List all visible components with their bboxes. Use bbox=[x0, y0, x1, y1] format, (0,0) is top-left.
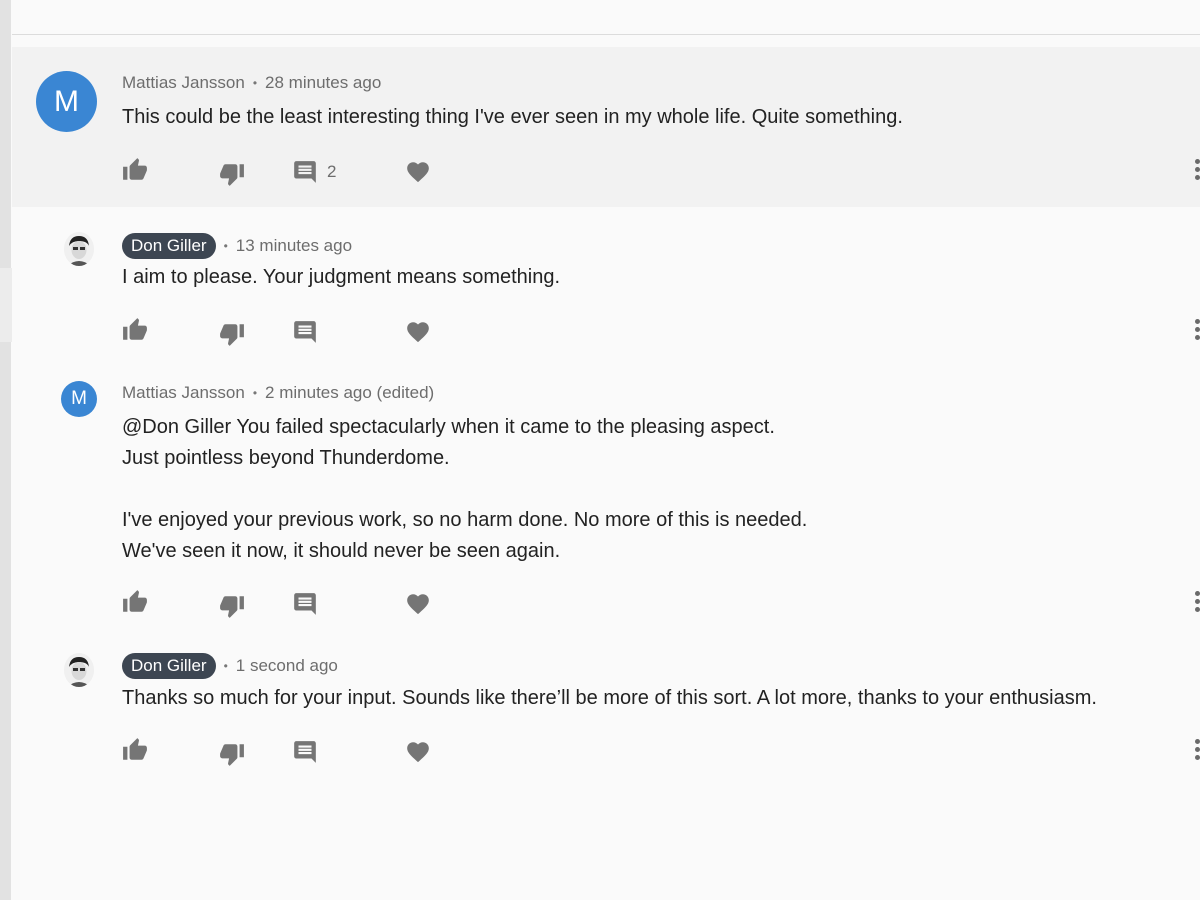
separator-dot: • bbox=[252, 76, 258, 90]
heart-icon bbox=[407, 322, 429, 343]
like-button[interactable] bbox=[122, 587, 148, 617]
comment-text: @Don Giller You failed spectacularly whe… bbox=[122, 416, 808, 562]
comment-timestamp[interactable]: 28 minutes ago bbox=[265, 73, 381, 93]
comment-timestamp[interactable]: 1 second ago bbox=[236, 656, 338, 676]
dislike-button[interactable] bbox=[219, 739, 245, 769]
reply-button[interactable] bbox=[292, 737, 318, 767]
author-name[interactable]: Mattias Jansson bbox=[122, 383, 245, 403]
more-options-button[interactable] bbox=[1190, 314, 1200, 344]
more-vertical-icon bbox=[1195, 738, 1200, 744]
heart-icon bbox=[407, 162, 429, 183]
left-panel-tab bbox=[0, 268, 12, 342]
avatar[interactable] bbox=[64, 232, 94, 266]
comment-text: Thanks so much for your input. Sounds li… bbox=[122, 687, 1097, 709]
left-scroll-rail bbox=[0, 0, 11, 900]
more-vertical-icon bbox=[1195, 158, 1200, 164]
separator-dot: • bbox=[223, 659, 228, 673]
separator-dot: • bbox=[223, 239, 228, 253]
reply-button[interactable] bbox=[292, 589, 318, 619]
dislike-button[interactable] bbox=[219, 159, 245, 189]
dislike-button[interactable] bbox=[219, 591, 245, 621]
thumb-down-icon bbox=[220, 596, 244, 618]
heart-button[interactable] bbox=[405, 317, 431, 347]
more-options-button[interactable] bbox=[1190, 154, 1200, 184]
comment-thread-top: M Mattias Jansson • 28 minutes ago This … bbox=[12, 47, 1200, 207]
comment-icon bbox=[294, 161, 316, 183]
heart-icon bbox=[407, 594, 429, 615]
comment-timestamp[interactable]: 2 minutes ago (edited) bbox=[265, 383, 434, 403]
comment-icon bbox=[294, 321, 316, 343]
dislike-button[interactable] bbox=[219, 319, 245, 349]
comment-reply: Don Giller • 1 second ago Thanks so much… bbox=[12, 639, 1200, 799]
comment-icon bbox=[294, 741, 316, 763]
comment-timestamp[interactable]: 13 minutes ago bbox=[236, 236, 352, 256]
thumb-down-icon bbox=[220, 324, 244, 346]
author-name-badge[interactable]: Don Giller bbox=[122, 653, 216, 679]
heart-button[interactable] bbox=[405, 589, 431, 619]
more-vertical-icon bbox=[1195, 318, 1200, 324]
comment-reply: M Mattias Jansson • 2 minutes ago (edite… bbox=[12, 367, 1200, 639]
like-button[interactable] bbox=[122, 315, 148, 345]
user-photo-icon bbox=[64, 232, 94, 266]
section-divider bbox=[12, 34, 1200, 35]
heart-button[interactable] bbox=[405, 157, 431, 187]
like-button[interactable] bbox=[122, 735, 148, 765]
thumb-down-icon bbox=[220, 164, 244, 186]
reply-count: 2 bbox=[327, 162, 337, 181]
thumb-down-icon bbox=[220, 744, 244, 766]
thumb-up-icon bbox=[123, 318, 147, 340]
comment-text: I aim to please. Your judgment means som… bbox=[122, 266, 561, 288]
more-options-button[interactable] bbox=[1190, 734, 1200, 764]
more-vertical-icon bbox=[1195, 590, 1200, 596]
avatar[interactable] bbox=[64, 653, 94, 687]
comment-actions: 2 bbox=[122, 155, 442, 189]
reply-button[interactable] bbox=[292, 317, 318, 347]
user-photo-icon bbox=[64, 653, 94, 687]
comment-actions bbox=[122, 587, 442, 621]
avatar[interactable]: M bbox=[36, 71, 97, 132]
thumb-up-icon bbox=[123, 738, 147, 760]
heart-button[interactable] bbox=[405, 737, 431, 767]
author-name[interactable]: Mattias Jansson bbox=[122, 73, 245, 93]
author-name-badge[interactable]: Don Giller bbox=[122, 233, 216, 259]
more-options-button[interactable] bbox=[1190, 586, 1200, 616]
comment-icon bbox=[294, 593, 316, 615]
avatar[interactable]: M bbox=[61, 381, 97, 417]
thumb-up-icon bbox=[123, 590, 147, 612]
comment-actions bbox=[122, 315, 442, 349]
thumb-up-icon bbox=[123, 158, 147, 180]
heart-icon bbox=[407, 742, 429, 763]
comment-text: This could be the least interesting thin… bbox=[122, 106, 903, 128]
comment-reply: Don Giller • 13 minutes ago I aim to ple… bbox=[12, 207, 1200, 367]
comment-actions bbox=[122, 735, 442, 769]
like-button[interactable] bbox=[122, 155, 148, 185]
separator-dot: • bbox=[252, 386, 258, 400]
reply-button[interactable]: 2 bbox=[292, 157, 336, 187]
